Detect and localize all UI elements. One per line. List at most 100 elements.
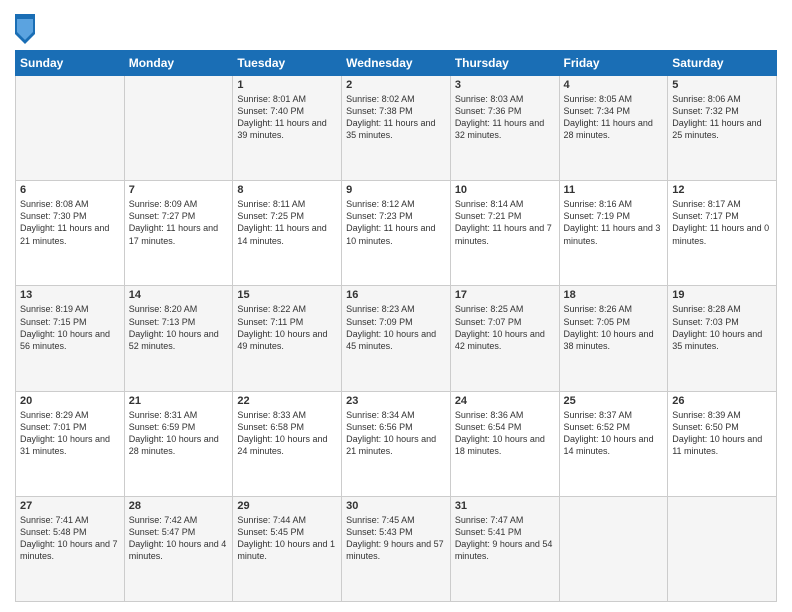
calendar-cell: 21 Sunrise: 8:31 AM Sunset: 6:59 PM Dayli…: [124, 391, 233, 496]
day-number: 21: [129, 395, 229, 407]
day-info: Sunrise: 8:39 AM Sunset: 6:50 PM Dayligh…: [672, 409, 772, 458]
day-number: 6: [20, 184, 120, 196]
calendar-cell: 29Sunrise: 7:44 AM Sunset: 5:45 PM Dayli…: [233, 496, 342, 601]
day-number: 22: [237, 395, 337, 407]
calendar-cell: 18 Sunrise: 8:26 AM Sunset: 7:05 PM Dayli…: [559, 286, 668, 391]
week-row-1: 1Sunrise: 8:01 AM Sunset: 7:40 PM Daylig…: [16, 76, 777, 181]
day-info: Sunrise: 8:19 AM Sunset: 7:15 PM Dayligh…: [20, 303, 120, 352]
day-number: 19: [672, 289, 772, 301]
day-header-monday: Monday: [124, 51, 233, 76]
day-header-wednesday: Wednesday: [342, 51, 451, 76]
day-info: Sunrise: 7:41 AM Sunset: 5:48 PM Dayligh…: [20, 514, 120, 563]
day-header-saturday: Saturday: [668, 51, 777, 76]
calendar-cell: [668, 496, 777, 601]
day-info: Sunrise: 8:09 AM Sunset: 7:27 PM Dayligh…: [129, 198, 229, 247]
day-info: Sunrise: 8:20 AM Sunset: 7:13 PM Dayligh…: [129, 303, 229, 352]
day-number: 8: [237, 184, 337, 196]
day-number: 28: [129, 500, 229, 512]
calendar-cell: 10 Sunrise: 8:14 AM Sunset: 7:21 PM Dayli…: [450, 181, 559, 286]
calendar-cell: 23 Sunrise: 8:34 AM Sunset: 6:56 PM Dayli…: [342, 391, 451, 496]
day-header-friday: Friday: [559, 51, 668, 76]
day-number: 23: [346, 395, 446, 407]
calendar-cell: [16, 76, 125, 181]
day-info: Sunrise: 8:34 AM Sunset: 6:56 PM Dayligh…: [346, 409, 446, 458]
day-number: 13: [20, 289, 120, 301]
day-number: 24: [455, 395, 555, 407]
day-info: Sunrise: 8:11 AM Sunset: 7:25 PM Dayligh…: [237, 198, 337, 247]
day-info: Sunrise: 8:03 AM Sunset: 7:36 PM Dayligh…: [455, 93, 555, 142]
calendar-cell: 9Sunrise: 8:12 AM Sunset: 7:23 PM Daylig…: [342, 181, 451, 286]
day-header-sunday: Sunday: [16, 51, 125, 76]
day-number: 4: [564, 79, 664, 91]
day-number: 2: [346, 79, 446, 91]
calendar-cell: 17 Sunrise: 8:25 AM Sunset: 7:07 PM Dayli…: [450, 286, 559, 391]
week-row-4: 20Sunrise: 8:29 AM Sunset: 7:01 PM Dayli…: [16, 391, 777, 496]
day-number: 15: [237, 289, 337, 301]
calendar-cell: 11 Sunrise: 8:16 AM Sunset: 7:19 PM Dayli…: [559, 181, 668, 286]
day-info: Sunrise: 8:23 AM Sunset: 7:09 PM Dayligh…: [346, 303, 446, 352]
day-info: Sunrise: 8:33 AM Sunset: 6:58 PM Dayligh…: [237, 409, 337, 458]
day-number: 10: [455, 184, 555, 196]
day-info: Sunrise: 8:06 AM Sunset: 7:32 PM Dayligh…: [672, 93, 772, 142]
day-info: Sunrise: 8:17 AM Sunset: 7:17 PM Dayligh…: [672, 198, 772, 247]
week-row-3: 13 Sunrise: 8:19 AM Sunset: 7:15 PM Dayli…: [16, 286, 777, 391]
calendar-cell: 2 Sunrise: 8:02 AM Sunset: 7:38 PM Daylig…: [342, 76, 451, 181]
day-info: Sunrise: 8:26 AM Sunset: 7:05 PM Dayligh…: [564, 303, 664, 352]
day-number: 3: [455, 79, 555, 91]
calendar: SundayMondayTuesdayWednesdayThursdayFrid…: [15, 50, 777, 602]
day-number: 29: [237, 500, 337, 512]
calendar-cell: 8 Sunrise: 8:11 AM Sunset: 7:25 PM Daylig…: [233, 181, 342, 286]
day-number: 11: [564, 184, 664, 196]
page: SundayMondayTuesdayWednesdayThursdayFrid…: [0, 0, 792, 612]
day-info: Sunrise: 8:16 AM Sunset: 7:19 PM Dayligh…: [564, 198, 664, 247]
calendar-cell: 7Sunrise: 8:09 AM Sunset: 7:27 PM Daylig…: [124, 181, 233, 286]
logo-icon: [15, 14, 35, 44]
day-number: 25: [564, 395, 664, 407]
logo: [15, 14, 37, 44]
day-number: 30: [346, 500, 446, 512]
day-info: Sunrise: 8:02 AM Sunset: 7:38 PM Dayligh…: [346, 93, 446, 142]
day-info: Sunrise: 7:45 AM Sunset: 5:43 PM Dayligh…: [346, 514, 446, 563]
day-info: Sunrise: 7:42 AM Sunset: 5:47 PM Dayligh…: [129, 514, 229, 563]
calendar-cell: 15 Sunrise: 8:22 AM Sunset: 7:11 PM Dayli…: [233, 286, 342, 391]
calendar-cell: 24 Sunrise: 8:36 AM Sunset: 6:54 PM Dayli…: [450, 391, 559, 496]
calendar-cell: [559, 496, 668, 601]
calendar-cell: [124, 76, 233, 181]
calendar-cell: 25 Sunrise: 8:37 AM Sunset: 6:52 PM Dayli…: [559, 391, 668, 496]
day-header-thursday: Thursday: [450, 51, 559, 76]
day-number: 14: [129, 289, 229, 301]
day-number: 9: [346, 184, 446, 196]
day-header-tuesday: Tuesday: [233, 51, 342, 76]
week-row-2: 6 Sunrise: 8:08 AM Sunset: 7:30 PM Daylig…: [16, 181, 777, 286]
day-number: 31: [455, 500, 555, 512]
day-info: Sunrise: 8:31 AM Sunset: 6:59 PM Dayligh…: [129, 409, 229, 458]
day-info: Sunrise: 8:01 AM Sunset: 7:40 PM Dayligh…: [237, 93, 337, 142]
calendar-cell: 3 Sunrise: 8:03 AM Sunset: 7:36 PM Daylig…: [450, 76, 559, 181]
calendar-cell: 16Sunrise: 8:23 AM Sunset: 7:09 PM Dayli…: [342, 286, 451, 391]
calendar-cell: 19 Sunrise: 8:28 AM Sunset: 7:03 PM Dayli…: [668, 286, 777, 391]
day-info: Sunrise: 8:28 AM Sunset: 7:03 PM Dayligh…: [672, 303, 772, 352]
calendar-cell: 12 Sunrise: 8:17 AM Sunset: 7:17 PM Dayli…: [668, 181, 777, 286]
calendar-cell: 20Sunrise: 8:29 AM Sunset: 7:01 PM Dayli…: [16, 391, 125, 496]
calendar-cell: 30 Sunrise: 7:45 AM Sunset: 5:43 PM Dayli…: [342, 496, 451, 601]
calendar-header-row: SundayMondayTuesdayWednesdayThursdayFrid…: [16, 51, 777, 76]
day-number: 12: [672, 184, 772, 196]
calendar-cell: 26Sunrise: 8:39 AM Sunset: 6:50 PM Dayli…: [668, 391, 777, 496]
calendar-cell: 31Sunrise: 7:47 AM Sunset: 5:41 PM Dayli…: [450, 496, 559, 601]
day-number: 5: [672, 79, 772, 91]
calendar-cell: 22 Sunrise: 8:33 AM Sunset: 6:58 PM Dayli…: [233, 391, 342, 496]
calendar-cell: 4Sunrise: 8:05 AM Sunset: 7:34 PM Daylig…: [559, 76, 668, 181]
day-info: Sunrise: 8:25 AM Sunset: 7:07 PM Dayligh…: [455, 303, 555, 352]
calendar-cell: 13 Sunrise: 8:19 AM Sunset: 7:15 PM Dayli…: [16, 286, 125, 391]
day-info: Sunrise: 8:14 AM Sunset: 7:21 PM Dayligh…: [455, 198, 555, 247]
calendar-cell: 1Sunrise: 8:01 AM Sunset: 7:40 PM Daylig…: [233, 76, 342, 181]
day-number: 20: [20, 395, 120, 407]
day-number: 17: [455, 289, 555, 301]
day-number: 18: [564, 289, 664, 301]
day-info: Sunrise: 8:22 AM Sunset: 7:11 PM Dayligh…: [237, 303, 337, 352]
header: [15, 10, 777, 44]
week-row-5: 27Sunrise: 7:41 AM Sunset: 5:48 PM Dayli…: [16, 496, 777, 601]
day-info: Sunrise: 8:37 AM Sunset: 6:52 PM Dayligh…: [564, 409, 664, 458]
day-info: Sunrise: 8:36 AM Sunset: 6:54 PM Dayligh…: [455, 409, 555, 458]
day-info: Sunrise: 8:08 AM Sunset: 7:30 PM Dayligh…: [20, 198, 120, 247]
